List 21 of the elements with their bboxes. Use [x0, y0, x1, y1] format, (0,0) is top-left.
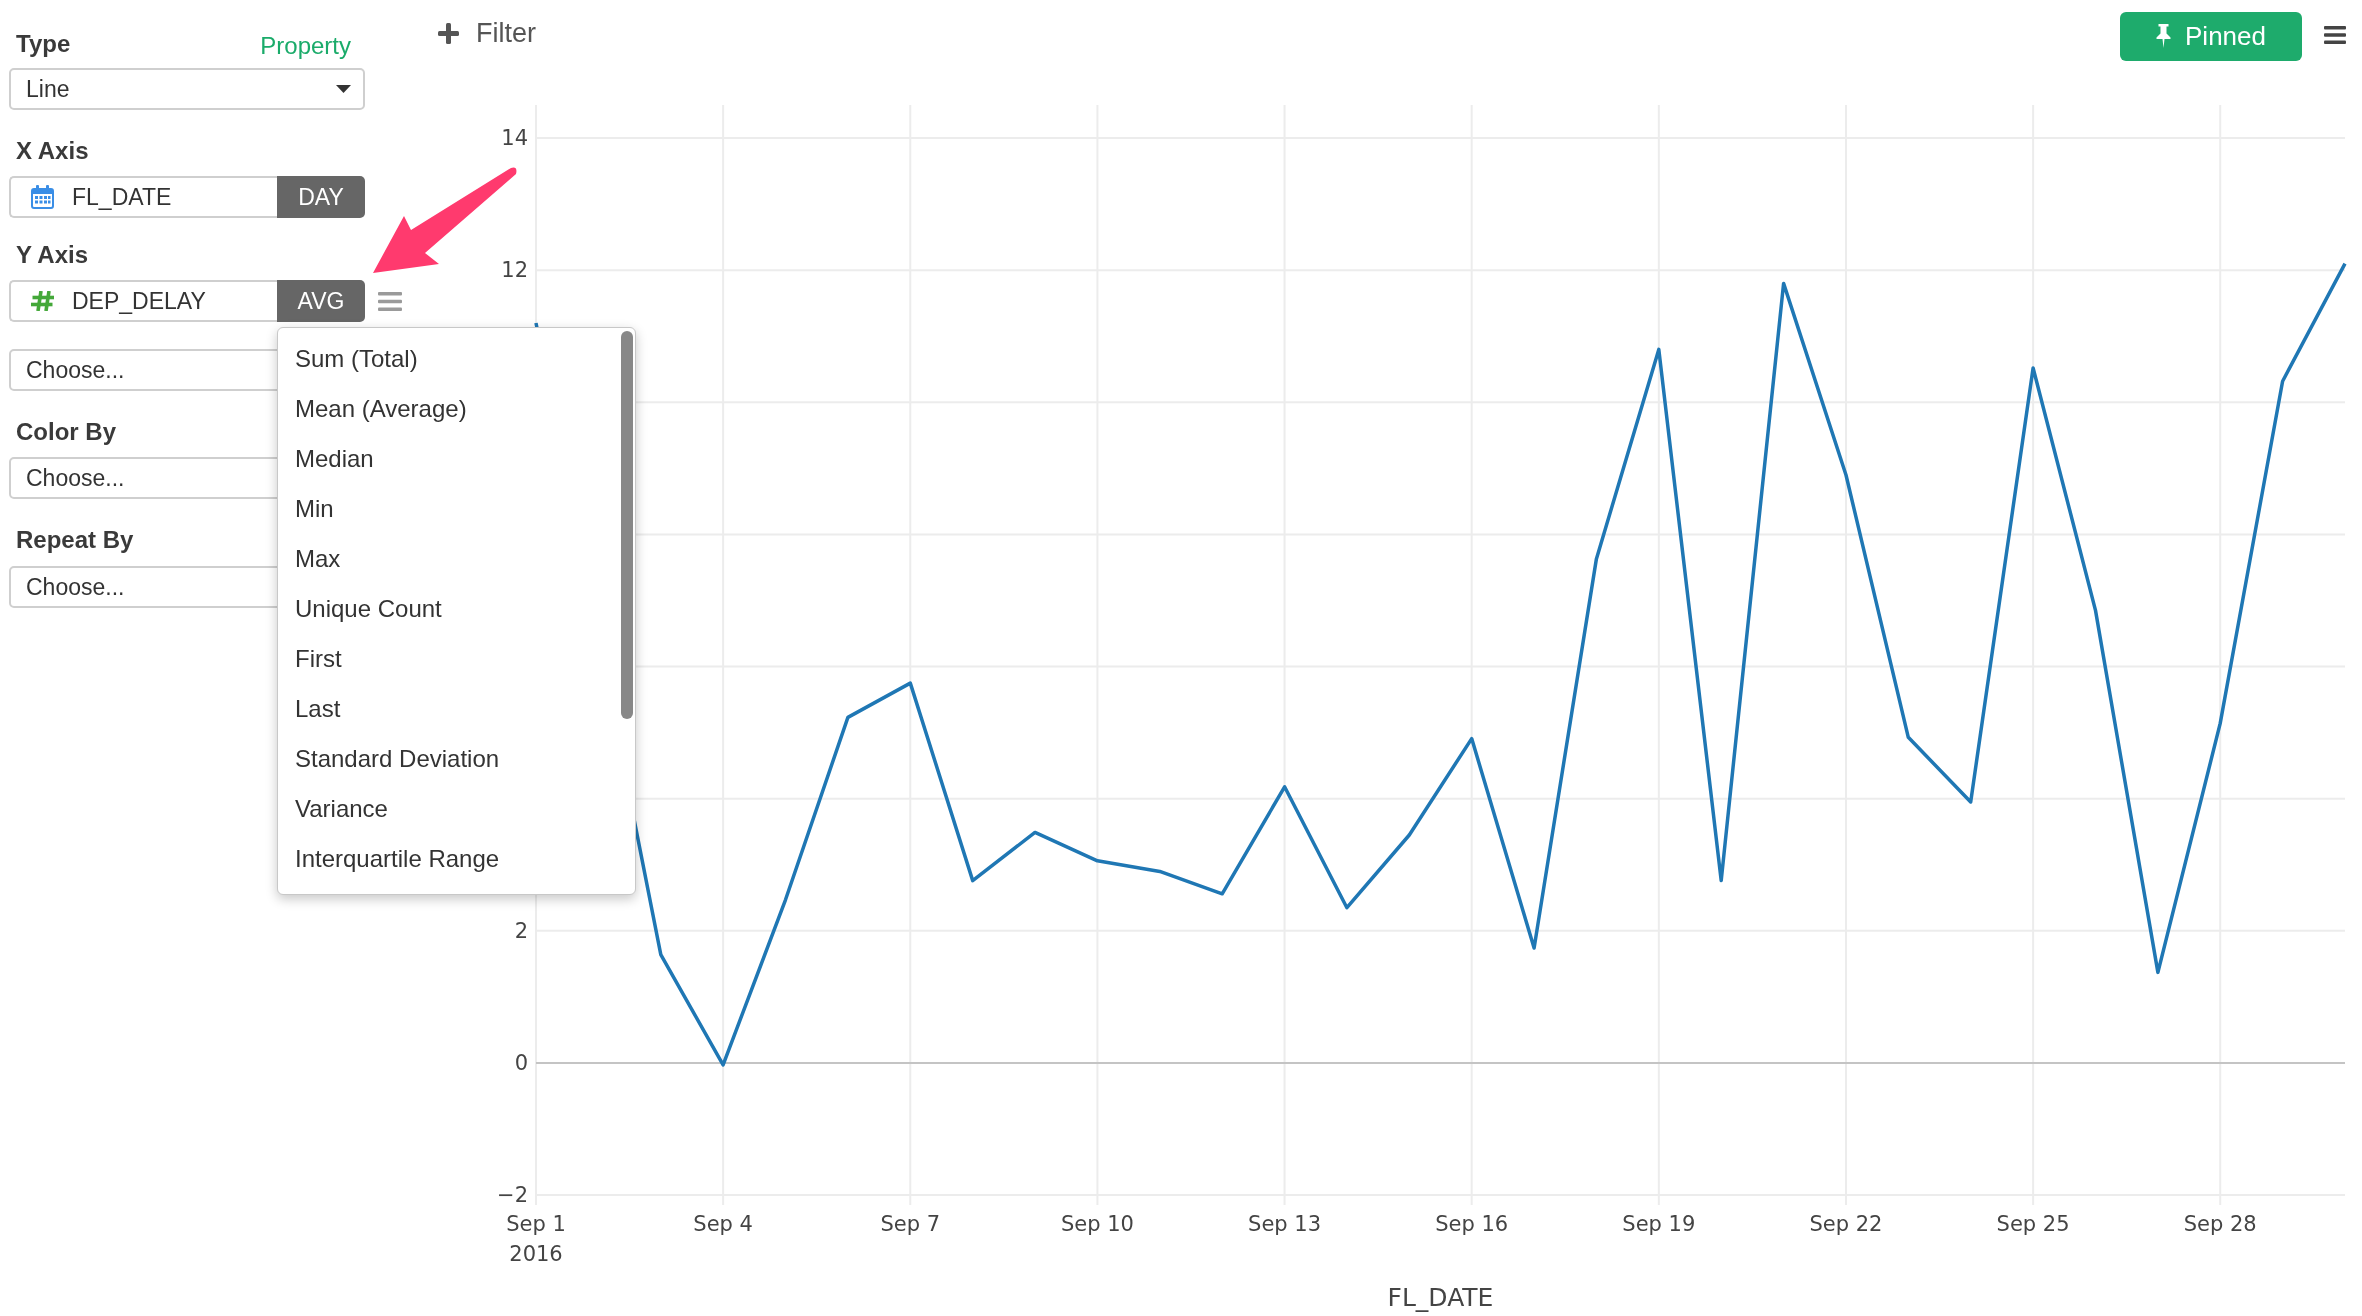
axis-tick-label: 12 — [501, 258, 528, 283]
axis-tick-label: Sep 10 — [1060, 1212, 1134, 1236]
axis-tick-label: Sep 16 — [1435, 1212, 1509, 1236]
field-label: X Axis — [15, 136, 89, 166]
field-label: Y Axis — [15, 240, 89, 270]
axis-tick-label: Sep 7 — [880, 1212, 941, 1236]
axis-tick-label: Sep 22 — [1809, 1212, 1883, 1236]
axis-tick-label: Sep 4 — [693, 1212, 753, 1236]
axis-tick-label: 14 — [501, 126, 528, 151]
axis-title: FL_DATE — [1387, 1283, 1494, 1312]
axis-tick-label: 0 — [514, 1050, 528, 1075]
axis-tick-label: Sep 13 — [1248, 1212, 1322, 1236]
axis-tick-label: Sep 19 — [1622, 1212, 1696, 1236]
axis-tick-label: −2 — [497, 1183, 528, 1208]
axis-tick-label: 2 — [514, 918, 528, 943]
axis-tick-label: Sep 28 — [2183, 1212, 2257, 1236]
field-label: Color By — [15, 417, 116, 447]
axis-tick-label: Sep 25 — [1996, 1212, 2070, 1236]
axis-tick-label: Sep 1 2016 — [506, 1212, 566, 1266]
field-label: Repeat By — [15, 525, 134, 555]
field-label: Type — [15, 29, 71, 59]
